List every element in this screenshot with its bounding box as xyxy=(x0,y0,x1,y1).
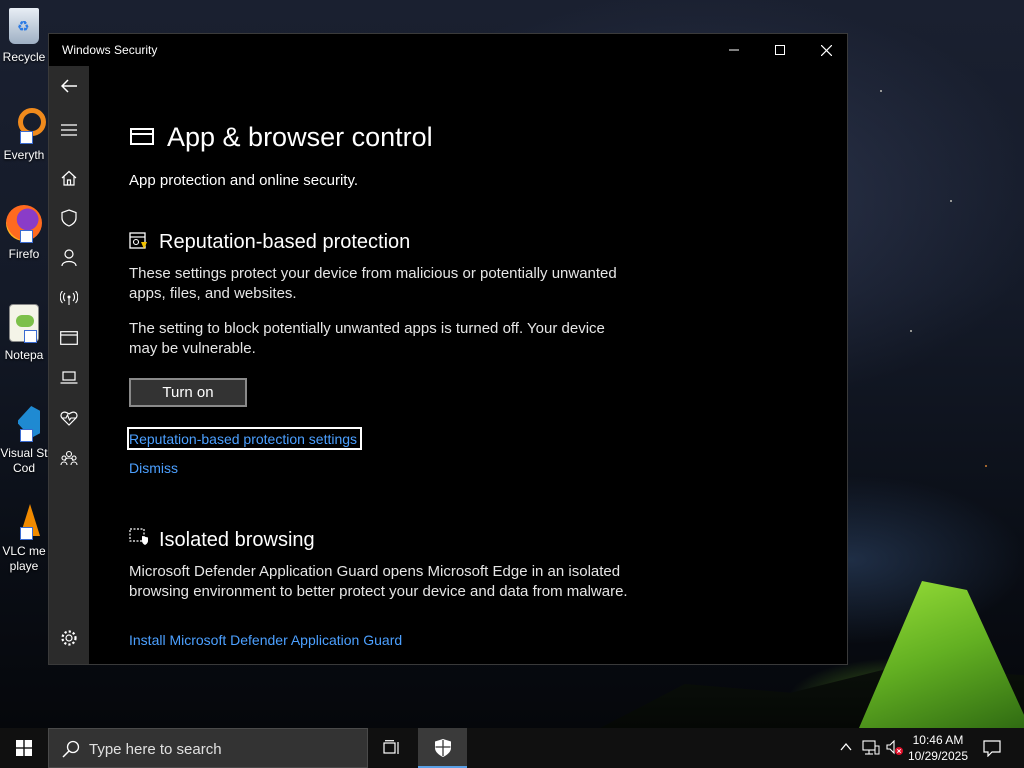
menu-button[interactable] xyxy=(49,112,89,148)
desktop-icon-label-line2: playe xyxy=(9,559,39,573)
search-placeholder: Type here to search xyxy=(89,741,222,758)
taskbar-windows-security[interactable] xyxy=(418,728,467,768)
isolated-browsing-description: Microsoft Defender Application Guard ope… xyxy=(129,563,628,600)
task-view-icon xyxy=(383,740,399,754)
minimize-icon xyxy=(729,49,739,51)
network-icon[interactable] xyxy=(862,740,880,756)
desktop-icon-label-line2: Cod xyxy=(12,461,35,475)
glowing-tent xyxy=(859,581,1024,728)
isolated-browsing-icon xyxy=(129,528,148,545)
close-icon xyxy=(820,44,832,56)
search-icon xyxy=(62,740,80,758)
main-content: App & browser control App protection and… xyxy=(89,66,847,664)
shortcut-arrow-icon xyxy=(20,527,33,540)
desktop-icon-firefox[interactable]: Firefo xyxy=(0,205,48,262)
turn-on-button[interactable]: Turn on xyxy=(129,378,247,407)
taskbar-search-box[interactable]: Type here to search xyxy=(48,728,368,768)
close-button[interactable] xyxy=(803,34,849,66)
nav-family-options[interactable] xyxy=(49,440,89,476)
windows-logo-icon xyxy=(16,740,32,756)
desktop-icon-recycle-bin[interactable]: ♻ Recycle xyxy=(0,8,48,65)
desktop-icon-everything[interactable]: Everyth xyxy=(0,106,48,163)
app-browser-icon xyxy=(60,331,78,345)
windows-security-window: Windows Security App & browser control A… xyxy=(48,33,848,665)
volume-muted-icon[interactable] xyxy=(886,740,904,756)
reputation-shield-icon xyxy=(129,232,147,249)
desktop-icon-notepad[interactable]: Notepa xyxy=(0,304,48,363)
hamburger-menu-icon xyxy=(61,124,77,136)
nav-account-protection[interactable] xyxy=(49,240,89,276)
windows-security-shield-icon xyxy=(435,739,451,757)
window-title: Windows Security xyxy=(62,43,158,57)
shortcut-arrow-icon xyxy=(20,230,33,243)
install-application-guard-link[interactable]: Install Microsoft Defender Application G… xyxy=(129,632,402,648)
home-icon xyxy=(61,170,77,186)
maximize-button[interactable] xyxy=(757,34,803,66)
isolated-browsing-heading: Isolated browsing xyxy=(159,529,315,551)
reputation-description: These settings protect your device from … xyxy=(129,265,617,302)
page-subtitle: App protection and online security. xyxy=(129,172,359,189)
task-view-button[interactable] xyxy=(368,728,416,768)
firefox-icon xyxy=(6,205,42,243)
nav-settings[interactable] xyxy=(49,620,89,656)
minimize-button[interactable] xyxy=(711,34,757,66)
desktop-icon-label: Everyth xyxy=(3,148,45,162)
vlc-icon xyxy=(6,502,42,540)
clock-time: 10:46 AM xyxy=(912,733,964,747)
reputation-heading: Reputation-based protection xyxy=(159,231,411,253)
chevron-up-icon[interactable] xyxy=(840,742,852,752)
shortcut-arrow-icon xyxy=(20,429,33,442)
notification-center-icon[interactable] xyxy=(983,740,1001,757)
shortcut-arrow-icon xyxy=(20,131,33,144)
vscode-icon xyxy=(6,404,42,442)
laptop-icon xyxy=(60,371,78,384)
reputation-warning: The setting to block potentially unwante… xyxy=(129,320,605,357)
back-arrow-icon xyxy=(61,79,77,93)
nav-virus-protection[interactable] xyxy=(49,200,89,236)
page-title: App & browser control xyxy=(167,122,433,152)
dismiss-link[interactable]: Dismiss xyxy=(129,460,178,476)
taskbar: Type here to search 10:46 AM 10/29/2025 xyxy=(0,728,1024,768)
navigation-sidebar xyxy=(49,66,89,664)
nav-home[interactable] xyxy=(49,160,89,196)
notepad-plus-plus-icon xyxy=(9,304,39,343)
desktop-icon-label: VLC me xyxy=(2,544,46,558)
person-icon xyxy=(61,249,77,267)
wifi-antenna-icon xyxy=(60,291,78,305)
desktop-icon-vscode[interactable]: Visual St Cod xyxy=(0,404,48,476)
desktop-icon-label: Recycle xyxy=(2,50,46,64)
maximize-icon xyxy=(775,45,785,55)
everything-search-icon xyxy=(6,106,46,144)
shortcut-arrow-icon xyxy=(24,330,37,343)
desktop-icon-label: Firefo xyxy=(8,247,40,261)
heart-pulse-icon xyxy=(60,411,78,426)
clock-date: 10/29/2025 xyxy=(907,749,968,763)
app-browser-icon xyxy=(130,128,154,145)
system-clock[interactable]: 10:46 AM 10/29/2025 xyxy=(908,732,968,764)
title-bar[interactable]: Windows Security xyxy=(49,34,847,66)
desktop-icon-label: Notepa xyxy=(4,348,44,362)
nav-firewall[interactable] xyxy=(49,280,89,316)
back-button[interactable] xyxy=(49,68,89,104)
nav-app-browser-control[interactable] xyxy=(49,320,89,356)
family-icon xyxy=(60,450,78,466)
shield-icon xyxy=(61,209,77,227)
nav-device-performance[interactable] xyxy=(49,400,89,436)
desktop-icon-vlc[interactable]: VLC me playe xyxy=(0,502,48,574)
reputation-settings-link[interactable]: Reputation-based protection settings xyxy=(129,431,357,447)
nav-device-security[interactable] xyxy=(49,360,89,396)
recycle-bin-icon: ♻ xyxy=(9,8,39,44)
settings-gear-icon xyxy=(61,630,77,646)
start-button[interactable] xyxy=(0,728,48,768)
desktop-icon-label: Visual St xyxy=(0,446,48,460)
